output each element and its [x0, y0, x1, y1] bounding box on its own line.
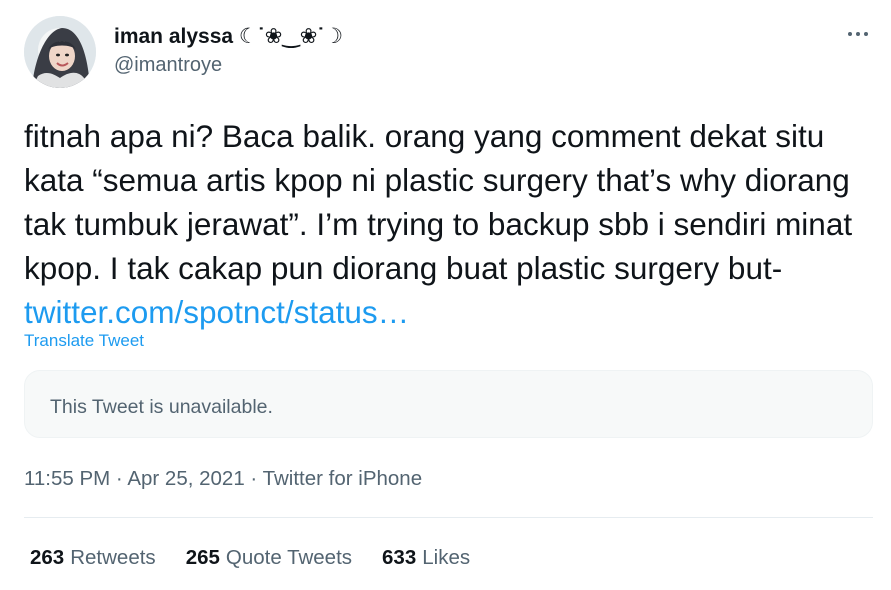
likes-label: Likes — [422, 546, 471, 569]
tweet-text: fitnah apa ni? Baca balik. orang yang co… — [24, 118, 853, 286]
tweet-link[interactable]: twitter.com/spotnct/status… — [24, 294, 409, 330]
tweet-metadata: 11:55 PM · Apr 25, 2021 · Twitter for iP… — [24, 467, 422, 491]
quoted-tweet-card: This Tweet is unavailable. — [24, 370, 873, 438]
meta-separator: · — [110, 467, 128, 490]
retweets-count: 263 — [30, 546, 65, 569]
tweet-source[interactable]: Twitter for iPhone — [263, 467, 423, 490]
retweets-stat[interactable]: 263 Retweets — [30, 546, 156, 570]
translate-tweet-link[interactable]: Translate Tweet — [24, 331, 144, 351]
likes-count: 633 — [382, 546, 417, 569]
retweets-label: Retweets — [70, 546, 156, 569]
quote-tweets-stat[interactable]: 265 Quote Tweets — [186, 546, 352, 570]
more-options-button[interactable] — [840, 24, 880, 44]
tweet-time[interactable]: 11:55 PM — [24, 467, 110, 490]
meta-separator: · — [244, 467, 263, 490]
quote-tweets-label: Quote Tweets — [225, 546, 353, 569]
tweet-date[interactable]: Apr 25, 2021 — [127, 467, 244, 490]
quote-tweets-count: 265 — [185, 546, 220, 569]
likes-stat[interactable]: 633 Likes — [382, 546, 470, 570]
avatar[interactable] — [24, 16, 96, 88]
tweet-body: fitnah apa ni? Baca balik. orang yang co… — [24, 114, 874, 334]
author-display-name[interactable]: iman alyssa ☾˙❀‿❀˙☽ — [114, 24, 343, 49]
author-handle[interactable]: @imantroye — [114, 54, 222, 77]
divider — [24, 517, 873, 518]
tweet-card: iman alyssa ☾˙❀‿❀˙☽ @imantroye fitnah ap… — [0, 0, 891, 590]
quoted-tweet-unavailable-text: This Tweet is unavailable. — [50, 396, 273, 418]
engagement-stats: 263 Retweets 265 Quote Tweets 633 Likes — [30, 546, 470, 570]
avatar-image — [24, 16, 96, 88]
